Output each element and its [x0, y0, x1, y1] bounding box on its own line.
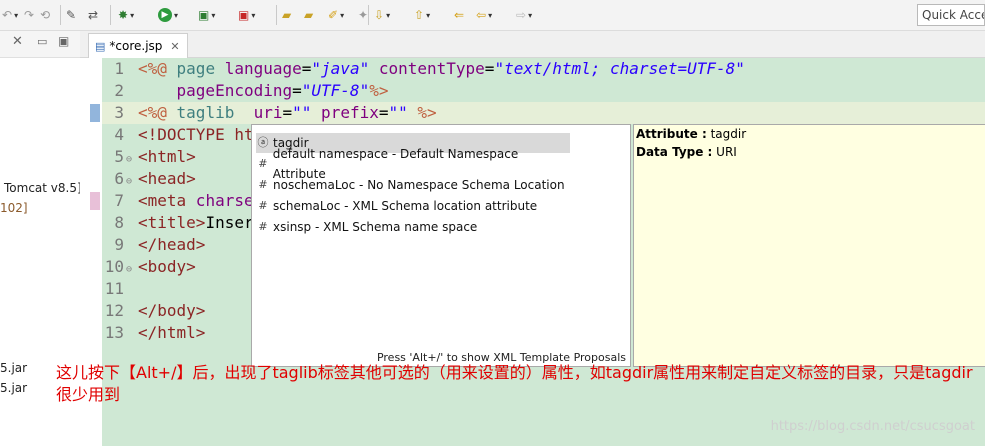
last-edit-icon[interactable]: ⇐: [454, 6, 464, 24]
minimize-icon[interactable]: ▭: [37, 35, 47, 48]
close-tab-icon[interactable]: ✕: [170, 40, 179, 53]
watermark: https://blog.csdn.net/csucsgoat: [770, 419, 975, 434]
run-server-icon[interactable]: ▣ ▾: [198, 6, 215, 24]
editor-tab-bar: ▤ *core.jsp ✕: [80, 31, 985, 58]
proposal-item[interactable]: # xsinsp - XML Schema name space: [256, 217, 570, 237]
tab-core-jsp[interactable]: ▤ *core.jsp ✕: [88, 33, 188, 58]
code-line[interactable]: 6 ⊖ <head>: [102, 168, 195, 190]
hash-icon: #: [258, 157, 268, 170]
code-line[interactable]: 1 <%@ page language="java" contentType="t…: [102, 58, 745, 80]
code-line[interactable]: 4 <!DOCTYPE ht: [102, 124, 253, 146]
forward-icon[interactable]: ⇨ ▾: [516, 6, 532, 24]
code-line[interactable]: 9 </head>: [102, 234, 205, 256]
close-icon[interactable]: ✕: [12, 34, 23, 49]
brush-icon[interactable]: ✦: [358, 6, 368, 24]
proposal-item[interactable]: # schemaLoc - XML Schema location attribu…: [256, 196, 570, 216]
open-folder-icon[interactable]: ▰: [304, 6, 313, 24]
run-icon[interactable]: ▶ ▾: [158, 6, 178, 24]
debug-icon[interactable]: ✸ ▾: [118, 6, 134, 24]
code-line[interactable]: 11: [102, 278, 138, 300]
hash-icon: #: [258, 220, 268, 233]
jsp-file-icon: ▤: [95, 39, 106, 53]
proposal-item[interactable]: # default namespace - Default Namespace A…: [256, 147, 570, 181]
quick-access-field[interactable]: Quick Acce: [917, 4, 985, 26]
server-item[interactable]: Tomcat v8.5]: [4, 181, 82, 195]
code-line[interactable]: 12 </body>: [102, 300, 206, 322]
new-folder-icon[interactable]: ▰: [282, 6, 291, 24]
code-line[interactable]: 10 ⊖ <body>: [102, 256, 196, 278]
back-icon[interactable]: ⇦ ▾: [476, 6, 492, 24]
server-item-detail: 102]: [0, 201, 28, 215]
content-assist-popup: ⓐ tagdir # default namespace - Default Nam…: [251, 124, 631, 367]
jar-item[interactable]: 5.jar: [0, 381, 27, 395]
annotation-note: 这儿按下【Alt+/】后，出现了taglib标签其他可选的（用来设置的）属性，如…: [56, 363, 973, 404]
change-marker: [90, 192, 100, 210]
previous-annotation-icon[interactable]: ⇧ ▾: [414, 6, 430, 24]
proposal-info-popup: Attribute : tagdir Data Type : URI: [633, 124, 985, 367]
code-line[interactable]: 3 <%@ taglib uri="" prefix="" %>: [102, 102, 436, 124]
code-line[interactable]: 8 <title>Inser: [102, 212, 253, 234]
undo-icon[interactable]: ↶ ▾: [2, 6, 18, 24]
datatype-info: Data Type : URI: [636, 145, 737, 159]
change-marker: [90, 104, 100, 122]
external-tools-icon[interactable]: ▣ ▾: [238, 6, 255, 24]
code-line[interactable]: 5 ⊖ <html>: [102, 146, 195, 168]
refactor-icon[interactable]: ⇄: [88, 6, 98, 24]
attribute-icon: ⓐ: [257, 136, 269, 149]
left-panel-header: ✕ ▭ ▣: [0, 31, 80, 58]
code-line[interactable]: 7 <meta charse: [102, 190, 253, 212]
tab-label: *core.jsp: [109, 39, 163, 53]
maximize-icon[interactable]: ▣: [58, 34, 69, 48]
history-icon[interactable]: ⟲: [40, 6, 50, 24]
code-line[interactable]: 13 </html>: [102, 322, 206, 344]
redo-icon[interactable]: ↷: [24, 6, 34, 24]
hash-icon: #: [258, 178, 268, 191]
edit-icon[interactable]: ✎: [66, 6, 76, 24]
jar-item[interactable]: 5.jar: [0, 361, 27, 375]
main-toolbar: ↶ ▾ ↷ ⟲ ✎ ⇄ ✸ ▾ ▶ ▾ ▣ ▾ ▣ ▾ ▰ ▰ ✐ ▾ ✦ ⇩ ▾ ⇧ ▾ ⇐ …: [0, 0, 985, 31]
pen-icon[interactable]: ✐ ▾: [328, 6, 344, 24]
proposal-item[interactable]: # noschemaLoc - No Namespace Schema Locat…: [256, 175, 570, 195]
code-line[interactable]: 2 pageEncoding="UTF-8"%>: [102, 80, 388, 102]
hash-icon: #: [258, 199, 268, 212]
next-annotation-icon[interactable]: ⇩ ▾: [374, 6, 390, 24]
attribute-info: Attribute : tagdir: [636, 127, 747, 141]
